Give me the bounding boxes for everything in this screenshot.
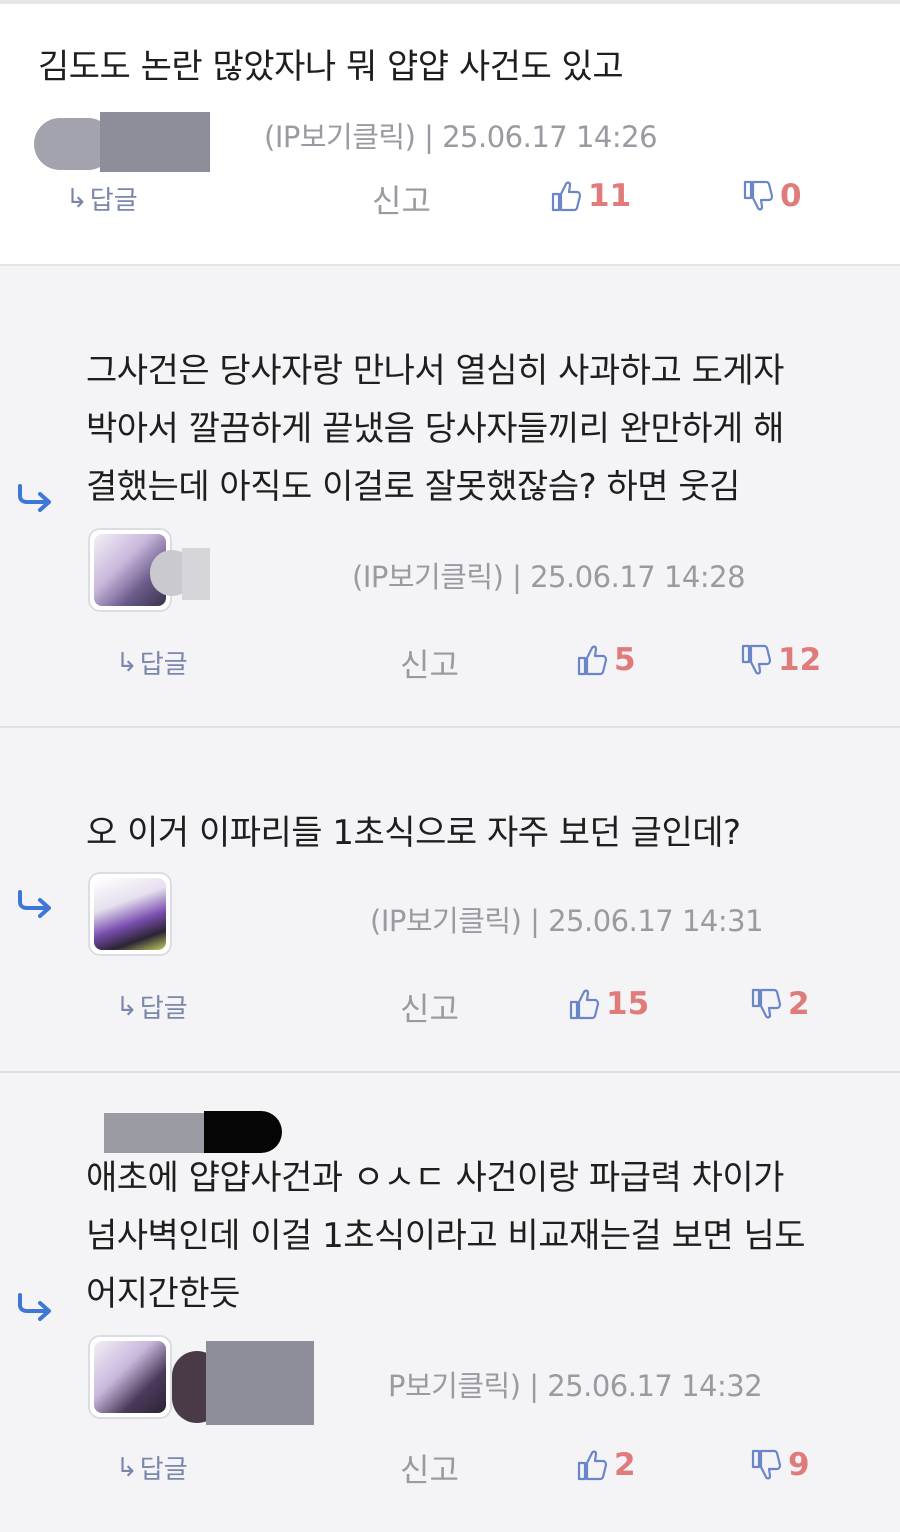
dislike-button[interactable]: 2 (750, 986, 810, 1022)
report-button[interactable]: 신고 (400, 984, 459, 1030)
comment-4: 애초에 얍얍사건과 ㅇㅅㄷ 사건이랑 파급력 차이가 넘사벽인데 이걸 1초식이… (0, 1073, 900, 1532)
comment-meta: (IP보기클릭) | 25.06.17 14:28 (352, 560, 746, 594)
redacted-nickname (172, 1341, 314, 1429)
comment-body: 오 이거 이파리들 1초식으로 자주 보던 글인데? (86, 813, 741, 853)
report-button[interactable]: 신고 (400, 640, 459, 686)
nested-reply-arrow-icon (18, 890, 51, 918)
dislike-count: 9 (788, 1447, 810, 1483)
avatar[interactable] (88, 872, 172, 956)
comment-meta: (IP보기클릭) | 25.06.17 14:26 (264, 120, 658, 154)
thumbs-up-icon (569, 989, 600, 1020)
like-button[interactable]: 2 (576, 1447, 636, 1483)
like-count: 2 (614, 1447, 636, 1483)
comment-body: 김도도 논란 많았자나 뭐 얍얍 사건도 있고 (38, 47, 624, 87)
redacted-nickname (150, 548, 210, 600)
comment-body: 애초에 얍얍사건과 ㅇㅅㄷ 사건이랑 파급력 차이가 넘사벽인데 이걸 1초식이… (86, 1158, 806, 1314)
like-button[interactable]: 11 (550, 178, 631, 214)
dislike-button[interactable]: 9 (750, 1447, 810, 1483)
comment-meta: (IP보기클릭) | 25.06.17 14:31 (370, 904, 764, 938)
thumbs-down-icon (751, 1449, 782, 1480)
thumbs-down-icon (741, 644, 772, 675)
comment-2: 그사건은 당사자랑 만나서 열심히 사과하고 도게자 박아서 깔끔하게 끝냈음 … (0, 266, 900, 728)
like-count: 11 (588, 178, 632, 214)
dislike-button[interactable]: 0 (742, 178, 802, 214)
reply-arrow-icon: ↳ (116, 1452, 138, 1483)
thumbs-down-icon (751, 988, 782, 1019)
nested-reply-arrow-icon (18, 1293, 51, 1321)
reply-arrow-icon: ↳ (66, 183, 88, 214)
reply-arrow-icon: ↳ (116, 991, 138, 1022)
reply-button[interactable]: ↳ 답글 (116, 988, 188, 1025)
dislike-button[interactable]: 12 (740, 642, 821, 678)
like-button[interactable]: 5 (576, 642, 636, 678)
report-button[interactable]: 신고 (372, 176, 431, 222)
comment-3: 오 이거 이파리들 1초식으로 자주 보던 글인데? (IP보기클릭) | 25… (0, 728, 900, 1073)
reply-arrow-icon: ↳ (116, 647, 138, 678)
like-count: 15 (606, 986, 650, 1022)
reply-button[interactable]: ↳ 답글 (116, 1449, 188, 1486)
dislike-count: 2 (788, 986, 810, 1022)
comment-body: 그사건은 당사자랑 만나서 열심히 사과하고 도게자 박아서 깔끔하게 끝냈음 … (86, 351, 784, 507)
comment-meta: P보기클릭) | 25.06.17 14:32 (388, 1369, 763, 1403)
like-button[interactable]: 15 (568, 986, 649, 1022)
redacted-quote-nickname (104, 1111, 282, 1153)
redacted-nickname (34, 112, 210, 172)
avatar[interactable] (88, 1335, 172, 1419)
reply-button[interactable]: ↳ 답글 (66, 180, 138, 217)
thumbs-down-icon (743, 180, 774, 211)
report-button[interactable]: 신고 (400, 1445, 459, 1491)
dislike-count: 12 (778, 642, 822, 678)
reply-label: 답글 (139, 650, 188, 680)
like-count: 5 (614, 642, 636, 678)
nested-reply-arrow-icon (18, 484, 51, 512)
thumbs-up-icon (577, 1450, 608, 1481)
reply-label: 답글 (139, 1455, 188, 1485)
reply-label: 답글 (139, 994, 188, 1024)
thumbs-up-icon (577, 645, 608, 676)
reply-label: 답글 (89, 186, 138, 216)
comment-1: 김도도 논란 많았자나 뭐 얍얍 사건도 있고 (IP보기클릭) | 25.06… (0, 4, 900, 266)
dislike-count: 0 (780, 178, 802, 214)
reply-button[interactable]: ↳ 답글 (116, 644, 188, 681)
thumbs-up-icon (551, 181, 582, 212)
